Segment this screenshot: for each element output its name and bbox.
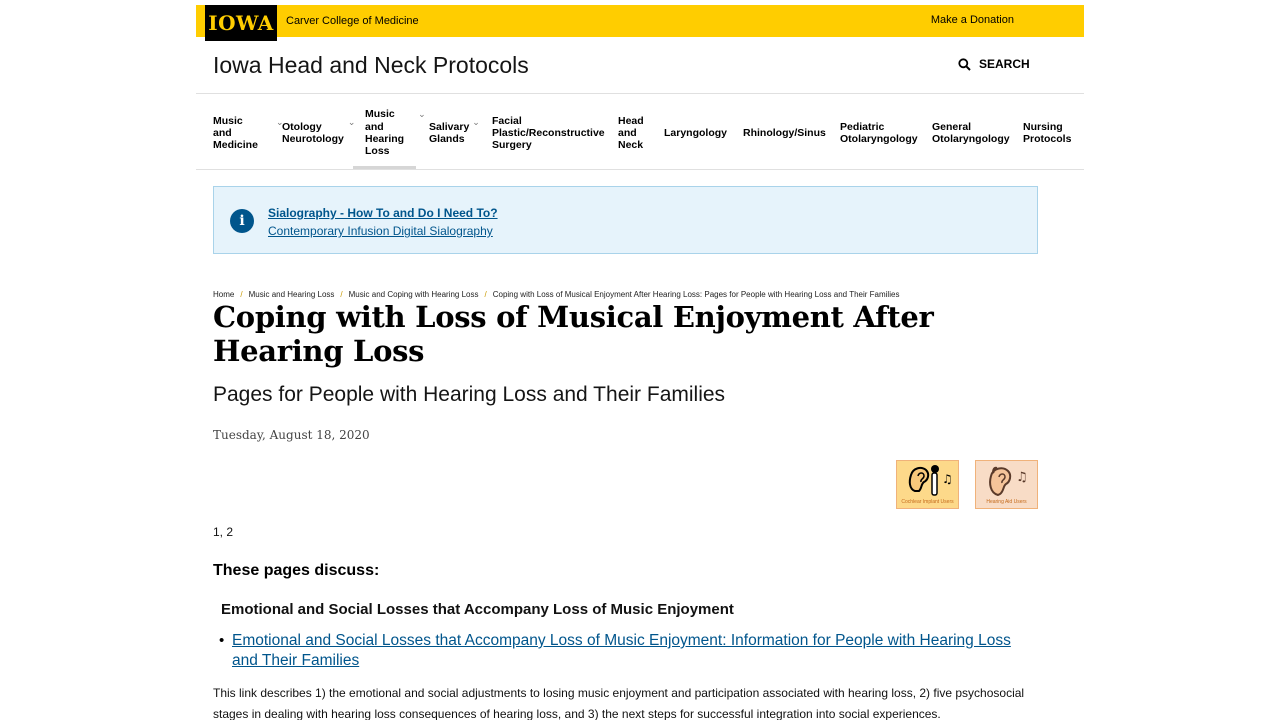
breadcrumb-separator: / [340, 290, 343, 299]
breadcrumb: Home / Music and Hearing Loss / Music an… [213, 290, 899, 299]
chevron-down-icon: ⌄ [347, 117, 356, 127]
search-button[interactable]: SEARCH [958, 57, 1030, 71]
badge-caption: Cochlear Implant Users [901, 499, 954, 505]
site-title[interactable]: Iowa Head and Neck Protocols [213, 52, 529, 79]
svg-text:♫: ♫ [1016, 470, 1028, 485]
nav-item-otology-neurotology[interactable]: Otology Neurotology ⌄ [282, 108, 355, 158]
breadcrumb-separator: / [484, 290, 487, 299]
make-donation-link[interactable]: Make a Donation [931, 14, 1014, 26]
nav-label: Music and Medicine [213, 114, 258, 152]
hearing-aid-users-badge: ♫ Hearing Aid Users [975, 460, 1038, 509]
discuss-heading: These pages discuss: [213, 562, 380, 579]
chevron-down-icon: ⌄ [418, 109, 426, 119]
nav-label: Head and Neck [618, 114, 644, 152]
nav-item-nursing-protocols[interactable]: Nursing Protocols [1023, 108, 1071, 158]
list-bullet: • [219, 632, 225, 649]
alert-link-sialography[interactable]: Sialography - How To and Do I Need To? [268, 206, 498, 220]
nav-item-laryngology[interactable]: Laryngology [664, 108, 727, 158]
publish-date: Tuesday, August 18, 2020 [213, 428, 370, 442]
nav-label: Nursing Protocols [1023, 120, 1072, 145]
nav-label: Facial Plastic/Reconstructive Surgery [492, 114, 605, 152]
page-title: Coping with Loss of Musical Enjoyment Af… [213, 300, 934, 368]
cochlear-implant-ear-icon: ♫ [908, 465, 953, 496]
global-header-bar: IOWA Carver College of Medicine Make a D… [196, 5, 1084, 41]
iowa-logo[interactable]: IOWA [205, 5, 277, 41]
breadcrumb-home[interactable]: Home [213, 290, 234, 299]
nav-item-rhinology-sinus[interactable]: Rhinology/Sinus [743, 108, 826, 158]
college-link[interactable]: Carver College of Medicine [286, 15, 419, 27]
alert-banner: i Sialography - How To and Do I Need To?… [213, 186, 1038, 254]
breadcrumb-current: Coping with Loss of Musical Enjoyment Af… [492, 290, 900, 299]
hearing-aid-ear-icon: ♫ [989, 466, 1028, 497]
link-description: This link describes 1) the emotional and… [213, 686, 1025, 720]
section-heading: Emotional and Social Losses that Accompa… [221, 601, 734, 618]
breadcrumb-music-coping[interactable]: Music and Coping with Hearing Loss [349, 290, 479, 299]
search-label: SEARCH [979, 57, 1030, 71]
nav-item-music-and-hearing-loss[interactable]: Music and Hearing Loss ⌄ [365, 108, 426, 158]
nav-item-head-and-neck[interactable]: Head and Neck [618, 108, 644, 158]
nav-item-music-and-medicine[interactable]: Music and Medicine ⌄ [213, 108, 283, 158]
info-icon: i [230, 209, 254, 233]
cochlear-implant-users-badge: ♫ Cochlear Implant Users [896, 460, 959, 509]
alert-link-digital-sialography[interactable]: Contemporary Infusion Digital Sialograph… [268, 224, 493, 238]
nav-item-pediatric-otolaryngology[interactable]: Pediatric Otolaryngology [840, 108, 918, 158]
nav-label: Rhinology/Sinus [743, 126, 826, 139]
nav-item-general-otolaryngology[interactable]: General Otolaryngology [932, 108, 1010, 158]
nav-label: Otology Neurotology [282, 120, 344, 145]
page-subtitle: Pages for People with Hearing Loss and T… [213, 383, 726, 406]
badge-caption: Hearing Aid Users [986, 499, 1027, 505]
emotional-social-losses-link[interactable]: Emotional and Social Losses that Accompa… [232, 631, 1032, 671]
breadcrumb-music-hearing-loss[interactable]: Music and Hearing Loss [249, 290, 335, 299]
nav-label: Music and Hearing Loss [365, 108, 405, 158]
search-icon [958, 57, 971, 71]
reference-numbers: 1, 2 [213, 525, 234, 539]
svg-text:♫: ♫ [942, 472, 953, 486]
header-divider [196, 93, 1084, 94]
nav-label: Pediatric Otolaryngology [840, 120, 918, 145]
nav-label: General Otolaryngology [932, 120, 1010, 145]
nav-label: Laryngology [664, 126, 728, 139]
nav-item-salivary-glands[interactable]: Salivary Glands ⌄ [429, 108, 480, 158]
nav-label: Salivary Glands [429, 120, 470, 145]
breadcrumb-separator: / [240, 290, 243, 299]
nav-item-facial-plastic[interactable]: Facial Plastic/Reconstructive Surgery [492, 108, 605, 158]
chevron-down-icon: ⌄ [472, 117, 480, 127]
nav-divider [196, 169, 1084, 170]
